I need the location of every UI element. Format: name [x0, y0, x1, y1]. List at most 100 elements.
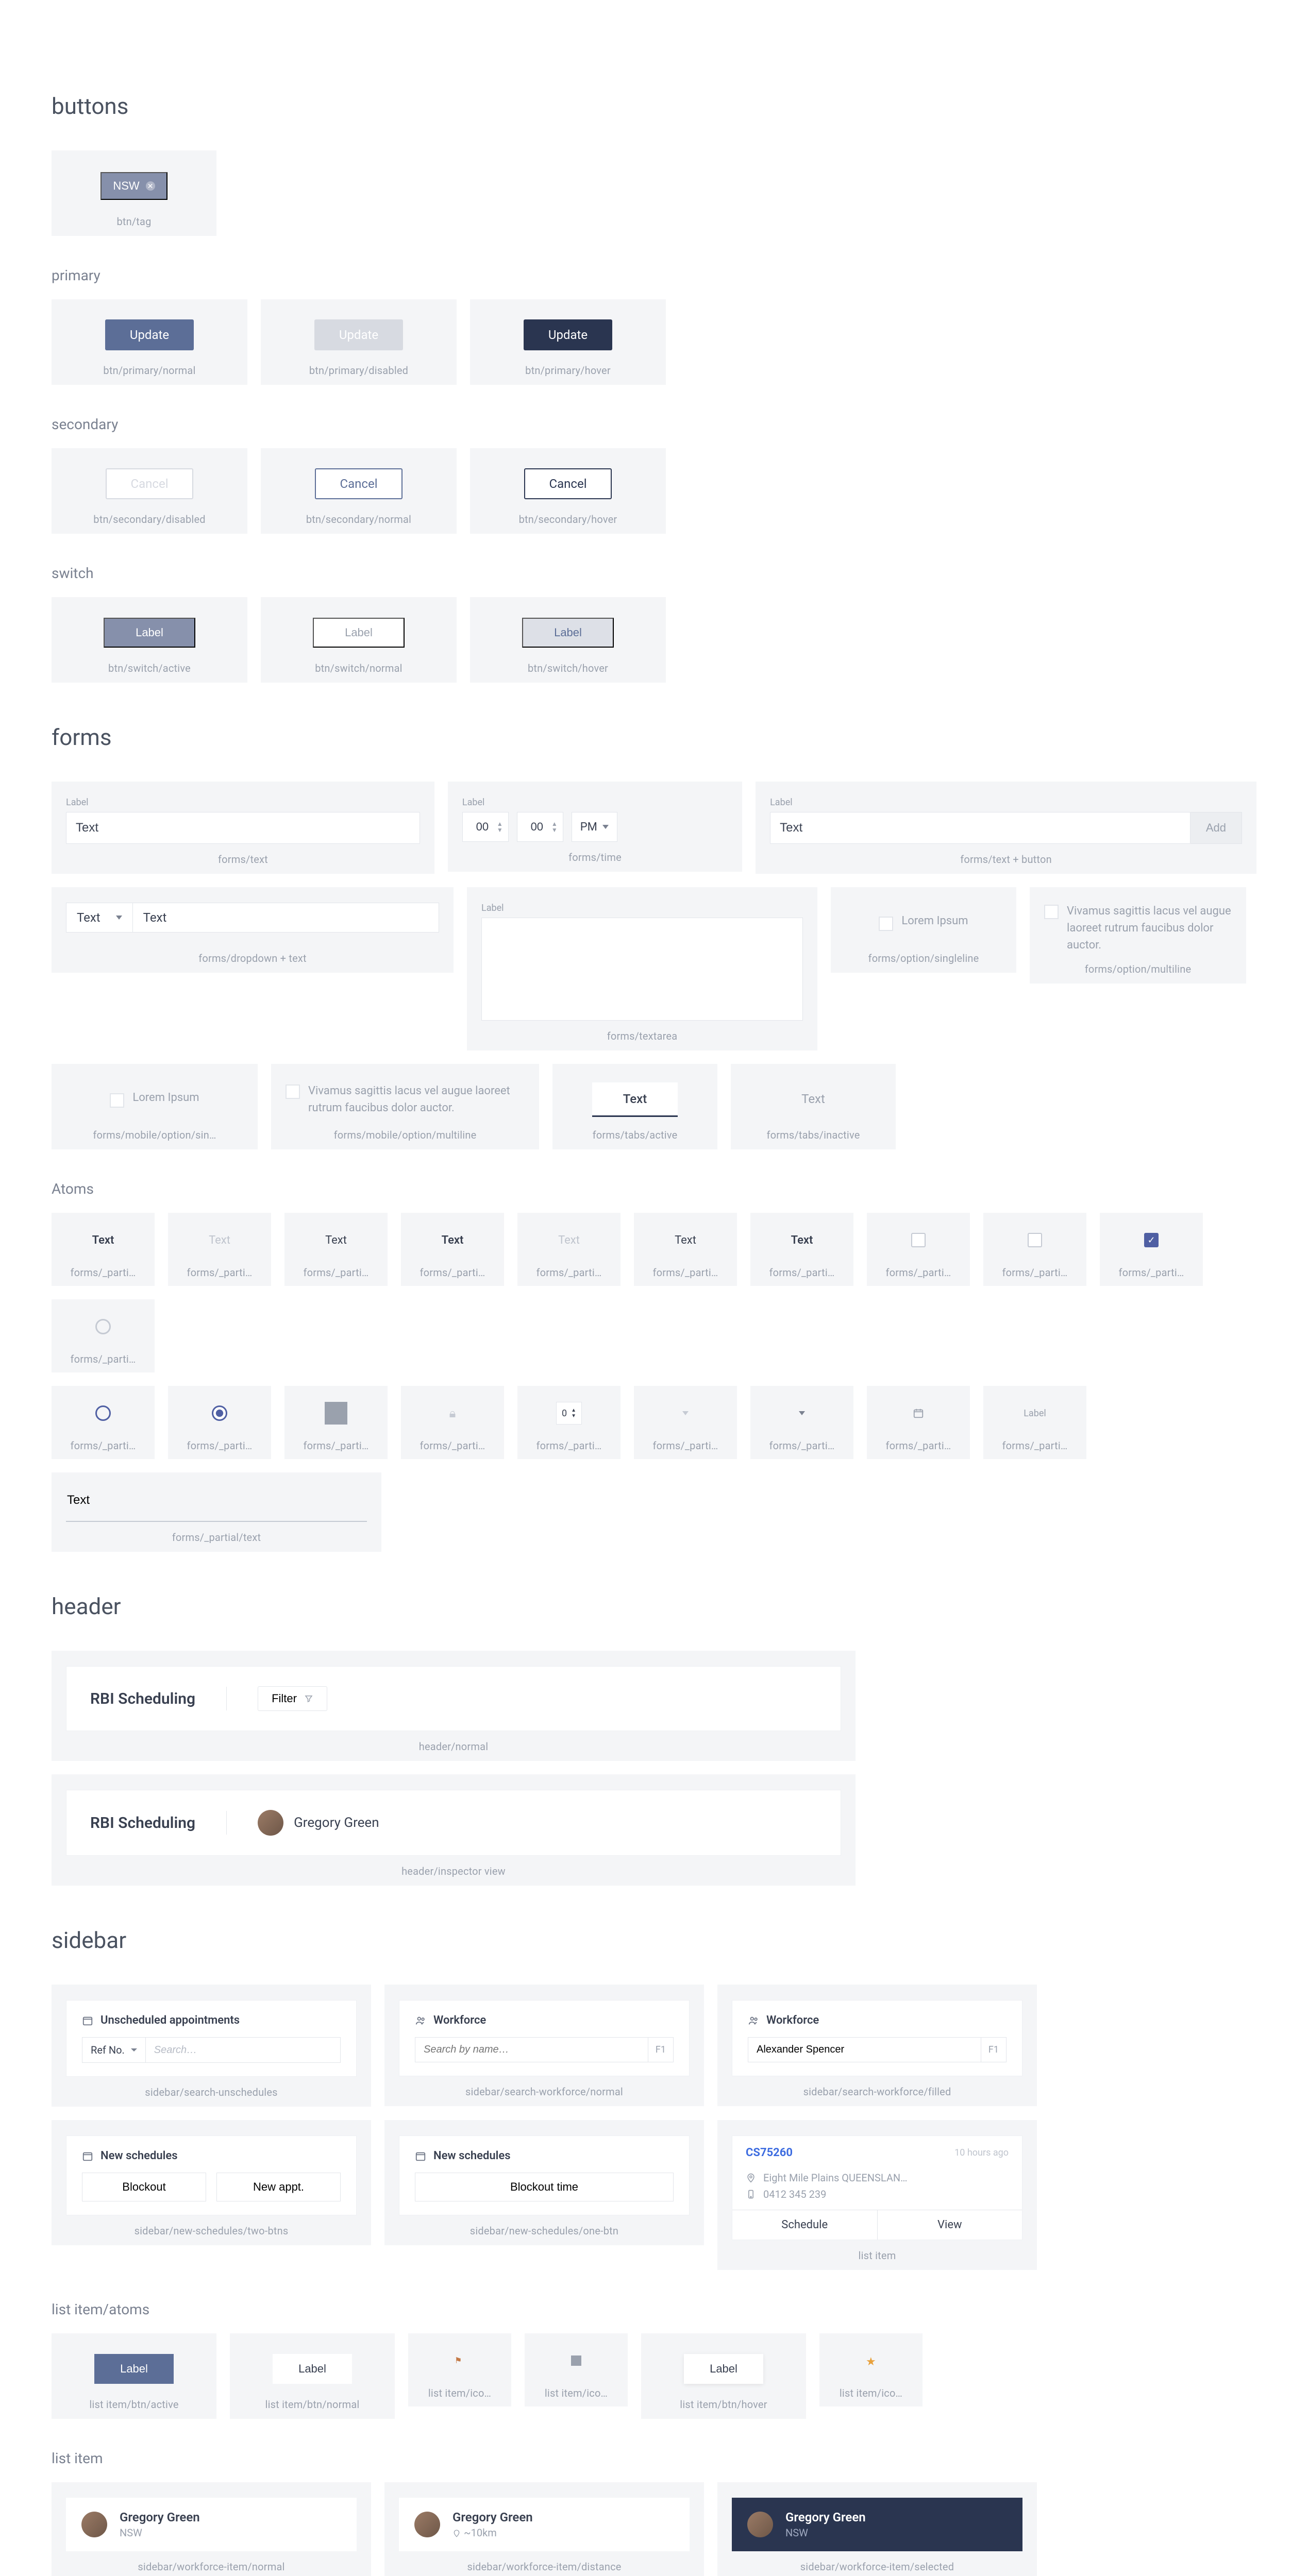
checkbox-option[interactable]: Vivamus sagittis lacus vel augue laoreet… [1044, 903, 1232, 954]
textarea[interactable] [481, 918, 803, 1021]
add-button[interactable]: Add [1190, 812, 1242, 844]
blockout-time-button[interactable]: Blockout time [415, 2173, 674, 2201]
caption: sidebar/workforce-item/selected [800, 2561, 954, 2573]
caption: forms/option/multiline [1085, 963, 1192, 975]
workforce-sub: NSW [120, 2527, 200, 2539]
dropdown[interactable]: Text [66, 903, 133, 932]
switch-button-hover[interactable]: Label [522, 618, 614, 648]
caption: forms/tabs/inactive [766, 1129, 860, 1141]
radio-off-icon[interactable] [95, 1319, 111, 1334]
user-chip[interactable]: Gregory Green [258, 1810, 379, 1836]
list-item-button[interactable]: Label [684, 2354, 763, 2384]
checkbox-off-icon[interactable] [1028, 1233, 1042, 1247]
checkbox-on-icon[interactable]: ✓ [1144, 1233, 1159, 1247]
tab-inactive[interactable]: Text [770, 1082, 856, 1117]
ref-select-value: Ref No. [91, 2044, 125, 2056]
stepper-arrows-icon[interactable]: ▲▼ [551, 821, 558, 833]
stepper-arrows-icon[interactable]: ▲▼ [571, 1408, 576, 1419]
search-input[interactable] [415, 2038, 648, 2062]
tile-btn-tag: NSW ✕ btn/tag [52, 150, 216, 236]
sub-switch: switch [52, 565, 1256, 582]
checkbox-option[interactable]: Lorem Ipsum [879, 914, 968, 931]
sidebar-heading-label: New schedules [100, 2149, 178, 2162]
view-button[interactable]: View [878, 2210, 1022, 2240]
sub-workforce: list item [52, 2450, 1256, 2467]
caption: forms/time [568, 851, 622, 863]
search-input[interactable] [748, 2038, 981, 2062]
tag-button[interactable]: NSW ✕ [100, 172, 167, 200]
text-value[interactable]: Text [133, 903, 439, 932]
minute-stepper[interactable]: ▲▼ [517, 812, 563, 842]
atom-tile: Textforms/_parti… [52, 1213, 155, 1286]
stepper-arrows-icon[interactable]: ▲▼ [497, 821, 503, 833]
caption: forms/text + button [960, 853, 1052, 866]
ampm-select[interactable]: PM [572, 812, 617, 842]
text-input[interactable] [66, 812, 420, 844]
lock-icon: 🔒︎ [449, 1406, 456, 1420]
tab-active[interactable]: Text [592, 1082, 678, 1117]
hour-input[interactable] [468, 820, 497, 834]
underline-input[interactable] [66, 1482, 367, 1522]
workforce-item[interactable]: Gregory Green~10km [399, 2498, 690, 2551]
sub-list-item-atoms: list item/atoms [52, 2301, 1256, 2318]
atom-tile: Textforms/_parti… [634, 1213, 737, 1286]
checkbox-option[interactable]: Lorem Ipsum [110, 1091, 199, 1108]
caption: btn/switch/hover [528, 662, 608, 674]
list-item-card[interactable]: CS75260 10 hours ago Eight Mile Plains Q… [732, 2136, 1022, 2240]
tile: list item/ico… [525, 2333, 628, 2406]
search-input[interactable] [146, 2037, 341, 2063]
checkbox-off-icon[interactable] [911, 1233, 926, 1247]
close-icon[interactable]: ✕ [146, 181, 155, 191]
atom-tile: forms/_parti… [52, 1386, 155, 1459]
caption: list item/btn/normal [265, 2398, 360, 2411]
checkbox-option[interactable]: Vivamus sagittis lacus vel augue laoreet… [286, 1082, 525, 1116]
checkbox-icon[interactable] [1044, 905, 1059, 919]
caption: list item/btn/active [89, 2398, 178, 2411]
tile-sb-list-item: CS75260 10 hours ago Eight Mile Plains Q… [717, 2120, 1037, 2270]
caption: btn/secondary/hover [519, 513, 617, 526]
secondary-button-hover[interactable]: Cancel [524, 468, 611, 499]
header-card: RBI Scheduling Gregory Green [66, 1790, 841, 1856]
workforce-item-selected[interactable]: Gregory GreenNSW [732, 2498, 1022, 2551]
primary-button-hover[interactable]: Update [524, 319, 612, 350]
reference-number: CS75260 [746, 2146, 793, 2159]
chevron-down-icon [602, 825, 609, 829]
chevron-down-icon [116, 916, 122, 920]
list-item-button[interactable]: Label [94, 2354, 174, 2384]
switch-button-normal[interactable]: Label [313, 618, 405, 648]
caption: btn/switch/normal [315, 662, 402, 674]
minute-input[interactable] [523, 820, 551, 834]
workforce-item[interactable]: Gregory GreenNSW [66, 2498, 357, 2551]
tag-label: NSW [113, 179, 139, 193]
caption: forms/dropdown + text [198, 952, 307, 964]
hour-stepper[interactable]: ▲▼ [462, 812, 509, 842]
new-appt-button[interactable]: New appt. [216, 2173, 341, 2201]
schedule-button[interactable]: Schedule [732, 2210, 878, 2240]
checkbox-icon[interactable] [286, 1084, 300, 1099]
atom-tile: Textforms/_parti… [168, 1213, 271, 1286]
filter-button[interactable]: Filter [258, 1686, 327, 1711]
text-input[interactable] [770, 812, 1190, 844]
primary-button[interactable]: Update [105, 319, 194, 350]
switch-button-active[interactable]: Label [104, 618, 195, 648]
calendar-icon [415, 2150, 426, 2162]
caption: forms/_parti… [420, 1266, 485, 1279]
atom-label: Label [1024, 1408, 1046, 1419]
number-stepper[interactable]: 0▲▼ [556, 1402, 582, 1425]
relative-time: 10 hours ago [954, 2147, 1009, 2158]
secondary-button[interactable]: Cancel [315, 468, 402, 499]
list-item-button[interactable]: Label [273, 2354, 352, 2384]
tile-tab-inactive: Text forms/tabs/inactive [731, 1064, 896, 1149]
blockout-button[interactable]: Blockout [82, 2173, 206, 2201]
radio-on-icon[interactable] [212, 1405, 227, 1421]
atom-tile: ✓forms/_parti… [1100, 1213, 1203, 1286]
tile-dropdown-text: Text Text forms/dropdown + text [52, 887, 454, 973]
checkbox-icon[interactable] [110, 1093, 124, 1108]
caption: list item [859, 2249, 896, 2262]
ref-select[interactable]: Ref No. [82, 2037, 146, 2063]
atom-tile: forms/_parti… [284, 1386, 388, 1459]
checkbox-icon[interactable] [879, 917, 893, 931]
caption: forms/_parti… [70, 1439, 136, 1452]
radio-icon[interactable] [95, 1405, 111, 1421]
sidebar-heading: New schedules [82, 2149, 341, 2162]
